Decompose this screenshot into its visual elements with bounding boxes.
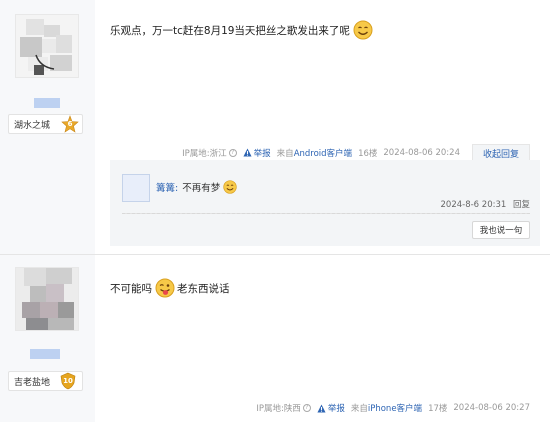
reply-text: 不再有梦	[182, 183, 221, 194]
post-floor-16: 湖水之城 6 乐观点，万一tc赶在8月19当天把丝之歌发出来了呢 IP属地:浙江…	[0, 0, 550, 254]
user-sidebar: 吉老盐地 10	[0, 255, 95, 422]
smile-emoji-icon	[223, 180, 237, 194]
ip-location: IP属地:浙江	[182, 148, 227, 159]
reply-time: 2024-8-6 20:31	[440, 200, 507, 210]
reply-avatar[interactable]	[122, 174, 150, 202]
avatar[interactable]	[15, 267, 79, 331]
post-meta: IP属地:浙江 ? 举报 来自Android客户端 16楼 2024-08-06…	[176, 144, 530, 161]
level-number: 10	[63, 376, 73, 385]
post-time: 2024-08-06 20:24	[383, 147, 460, 158]
help-icon[interactable]: ?	[228, 148, 237, 157]
post-content: 乐观点，万一tc赶在8月19当天把丝之歌发出来了呢	[110, 20, 373, 40]
help-icon[interactable]: ?	[302, 404, 311, 412]
user-sidebar: 湖水之城 6	[0, 0, 95, 254]
username[interactable]	[34, 98, 60, 108]
report-link[interactable]: 举报	[243, 147, 271, 159]
username[interactable]	[30, 349, 60, 359]
reply-divider	[122, 213, 530, 214]
say-something-button[interactable]: 我也说一句	[472, 221, 530, 239]
reply-item: 篝篝: 不再有梦	[156, 180, 237, 194]
smile-emoji-icon	[353, 20, 373, 40]
tongue-emoji-icon	[155, 278, 175, 298]
level-number: 6	[67, 119, 73, 128]
post-text-b: 老东西说话	[177, 282, 230, 295]
avatar[interactable]	[15, 14, 79, 78]
reply-meta: 2024-8-6 20:31 回复	[441, 198, 531, 210]
post-text-a: 不可能吗	[110, 282, 152, 295]
source-label: 来自iPhone客户端	[350, 404, 423, 414]
warning-icon	[243, 148, 252, 157]
post-content: 不可能吗 老东西说话	[110, 278, 230, 298]
collapse-reply-button[interactable]: 收起回复	[472, 144, 530, 161]
warning-icon	[317, 403, 326, 413]
ip-location: IP属地:陕西	[256, 404, 301, 414]
badge-name: 湖水之城	[14, 120, 51, 131]
post-floor-17: 吉老盐地 10 不可能吗 老东西说话 IP属地:陕西 ? 举报 来自iPhone…	[0, 255, 550, 422]
client-link[interactable]: iPhone客户端	[368, 404, 422, 414]
report-link[interactable]: 举报	[317, 402, 345, 414]
level-badge[interactable]: 吉老盐地 10	[8, 371, 83, 391]
level-shield-icon: 10	[59, 372, 77, 390]
post-time: 2024-08-06 20:27	[453, 403, 530, 413]
client-link[interactable]: Android客户端	[294, 149, 352, 159]
post-meta: IP属地:陕西 ? 举报 来自iPhone客户端 17楼 2024-08-06 …	[250, 402, 530, 414]
level-star-icon: 6	[61, 115, 79, 133]
reply-box: 篝篝: 不再有梦 2024-8-6 20:31 回复 我也说一句	[110, 160, 540, 246]
post-text: 乐观点，万一tc赶在8月19当天把丝之歌发出来了呢	[110, 24, 350, 37]
floor-number: 17楼	[428, 404, 448, 414]
badge-name: 吉老盐地	[14, 377, 51, 388]
floor-number: 16楼	[358, 148, 378, 159]
reply-username[interactable]: 篝篝:	[156, 180, 178, 194]
reply-link[interactable]: 回复	[513, 200, 530, 210]
source-label: 来自Android客户端	[276, 148, 353, 159]
level-badge[interactable]: 湖水之城 6	[8, 114, 83, 134]
